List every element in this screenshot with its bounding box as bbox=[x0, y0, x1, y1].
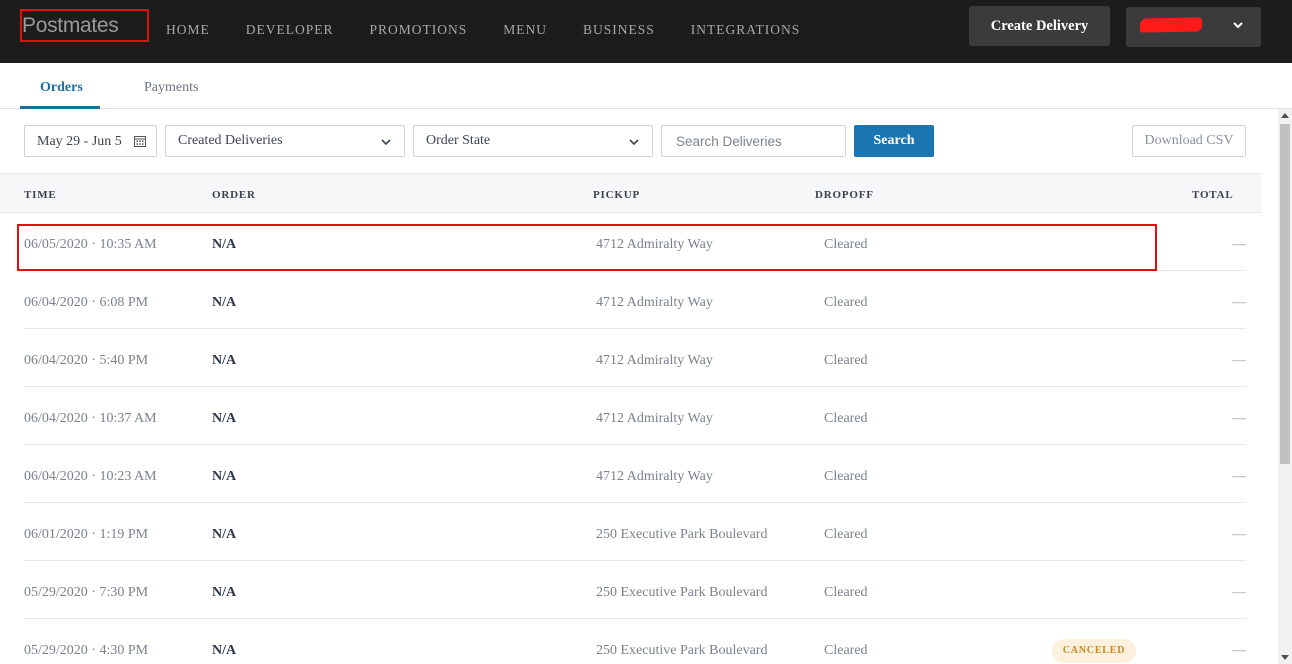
order-time: 05/29/2020 · 4:30 PM bbox=[24, 643, 149, 658]
scroll-down-arrow-icon[interactable] bbox=[1281, 655, 1289, 660]
main-nav: HOME DEVELOPER PROMOTIONS MENU BUSINESS … bbox=[166, 22, 836, 38]
chevron-down-icon bbox=[629, 139, 639, 146]
pickup-address: 250 Executive Park Boulevard bbox=[596, 643, 768, 658]
pickup-address: 250 Executive Park Boulevard bbox=[596, 585, 768, 600]
order-total: — bbox=[1232, 295, 1246, 310]
order-time: 06/04/2020 · 5:40 PM bbox=[24, 353, 149, 368]
table-row[interactable]: 06/04/2020 · 5:40 PM N/A 4712 Admiralty … bbox=[0, 329, 1262, 387]
date-range-value: May 29 - Jun 5 bbox=[37, 134, 122, 149]
pickup-address: 4712 Admiralty Way bbox=[596, 469, 713, 484]
date-range-picker[interactable]: May 29 - Jun 5 bbox=[24, 125, 157, 157]
deliveries-type-value: Created Deliveries bbox=[178, 133, 283, 148]
order-id: N/A bbox=[212, 295, 237, 310]
nav-home[interactable]: HOME bbox=[166, 22, 210, 38]
orders-table-header: TIME ORDER PICKUP DROPOFF TOTAL bbox=[0, 173, 1262, 213]
redacted-account-name bbox=[1139, 17, 1203, 33]
nav-business[interactable]: BUSINESS bbox=[583, 22, 655, 38]
page-tabs: Orders Payments bbox=[0, 63, 1292, 109]
order-state-select[interactable]: Order State bbox=[413, 125, 653, 157]
filter-bar: May 29 - Jun 5 Created Deliveries Order … bbox=[0, 109, 1262, 173]
dropoff-status: Cleared bbox=[824, 353, 868, 368]
pickup-address: 250 Executive Park Boulevard bbox=[596, 527, 768, 542]
dropoff-status: Cleared bbox=[824, 469, 868, 484]
order-time: 06/04/2020 · 6:08 PM bbox=[24, 295, 149, 310]
order-total: — bbox=[1232, 237, 1246, 252]
column-header-pickup[interactable]: PICKUP bbox=[593, 189, 640, 201]
order-id: N/A bbox=[212, 643, 237, 658]
create-delivery-button[interactable]: Create Delivery bbox=[969, 6, 1110, 46]
column-header-order[interactable]: ORDER bbox=[212, 189, 256, 201]
nav-promotions[interactable]: PROMOTIONS bbox=[370, 22, 468, 38]
table-row[interactable]: 06/01/2020 · 1:19 PM N/A 250 Executive P… bbox=[0, 503, 1262, 561]
page-scrollbar[interactable] bbox=[1278, 109, 1292, 664]
order-total: — bbox=[1232, 585, 1246, 600]
search-deliveries-input[interactable] bbox=[661, 125, 846, 157]
chevron-down-icon bbox=[1233, 22, 1243, 29]
column-header-time[interactable]: TIME bbox=[24, 189, 57, 201]
table-row[interactable]: 05/29/2020 · 4:30 PM N/A 250 Executive P… bbox=[0, 619, 1262, 664]
order-total: — bbox=[1232, 643, 1246, 658]
table-row[interactable]: 06/04/2020 · 10:37 AM N/A 4712 Admiralty… bbox=[0, 387, 1262, 445]
top-navigation-bar: Postmates HOME DEVELOPER PROMOTIONS MENU… bbox=[0, 0, 1292, 63]
order-time: 05/29/2020 · 7:30 PM bbox=[24, 585, 149, 600]
dropoff-status: Cleared bbox=[824, 411, 868, 426]
order-time: 06/04/2020 · 10:37 AM bbox=[24, 411, 157, 426]
order-total: — bbox=[1232, 353, 1246, 368]
canceled-status-badge: CANCELED bbox=[1052, 639, 1136, 663]
table-row[interactable]: 06/04/2020 · 6:08 PM N/A 4712 Admiralty … bbox=[0, 271, 1262, 329]
dropoff-status: Cleared bbox=[824, 585, 868, 600]
nav-menu[interactable]: MENU bbox=[503, 22, 547, 38]
order-time: 06/04/2020 · 10:23 AM bbox=[24, 469, 157, 484]
scrollbar-thumb[interactable] bbox=[1280, 124, 1290, 464]
nav-integrations[interactable]: INTEGRATIONS bbox=[691, 22, 801, 38]
chevron-down-icon bbox=[381, 139, 391, 146]
search-button[interactable]: Search bbox=[854, 125, 934, 157]
order-id: N/A bbox=[212, 411, 237, 426]
order-id: N/A bbox=[212, 353, 237, 368]
row-highlight-box bbox=[17, 224, 1157, 271]
dropoff-status: Cleared bbox=[824, 643, 868, 658]
account-menu[interactable] bbox=[1126, 7, 1261, 47]
order-state-value: Order State bbox=[426, 133, 491, 148]
download-csv-button[interactable]: Download CSV bbox=[1132, 125, 1246, 157]
calendar-icon bbox=[134, 136, 146, 147]
order-id: N/A bbox=[212, 585, 237, 600]
dropoff-status: Cleared bbox=[824, 527, 868, 542]
scroll-up-arrow-icon[interactable] bbox=[1281, 113, 1289, 118]
tab-payments[interactable]: Payments bbox=[144, 80, 198, 96]
dropoff-status: Cleared bbox=[824, 295, 868, 310]
order-id: N/A bbox=[212, 527, 237, 542]
order-id: N/A bbox=[212, 469, 237, 484]
tab-orders[interactable]: Orders bbox=[40, 80, 83, 96]
pickup-address: 4712 Admiralty Way bbox=[596, 295, 713, 310]
table-row[interactable]: 05/29/2020 · 7:30 PM N/A 250 Executive P… bbox=[0, 561, 1262, 619]
nav-developer[interactable]: DEVELOPER bbox=[246, 22, 334, 38]
pickup-address: 4712 Admiralty Way bbox=[596, 353, 713, 368]
logo-highlight-box bbox=[20, 9, 149, 42]
table-row[interactable]: 06/04/2020 · 10:23 AM N/A 4712 Admiralty… bbox=[0, 445, 1262, 503]
order-total: — bbox=[1232, 527, 1246, 542]
order-time: 06/01/2020 · 1:19 PM bbox=[24, 527, 149, 542]
order-total: — bbox=[1232, 469, 1246, 484]
pickup-address: 4712 Admiralty Way bbox=[596, 411, 713, 426]
column-header-total[interactable]: TOTAL bbox=[1192, 189, 1234, 201]
order-total: — bbox=[1232, 411, 1246, 426]
column-header-dropoff[interactable]: DROPOFF bbox=[815, 189, 874, 201]
deliveries-type-select[interactable]: Created Deliveries bbox=[165, 125, 405, 157]
